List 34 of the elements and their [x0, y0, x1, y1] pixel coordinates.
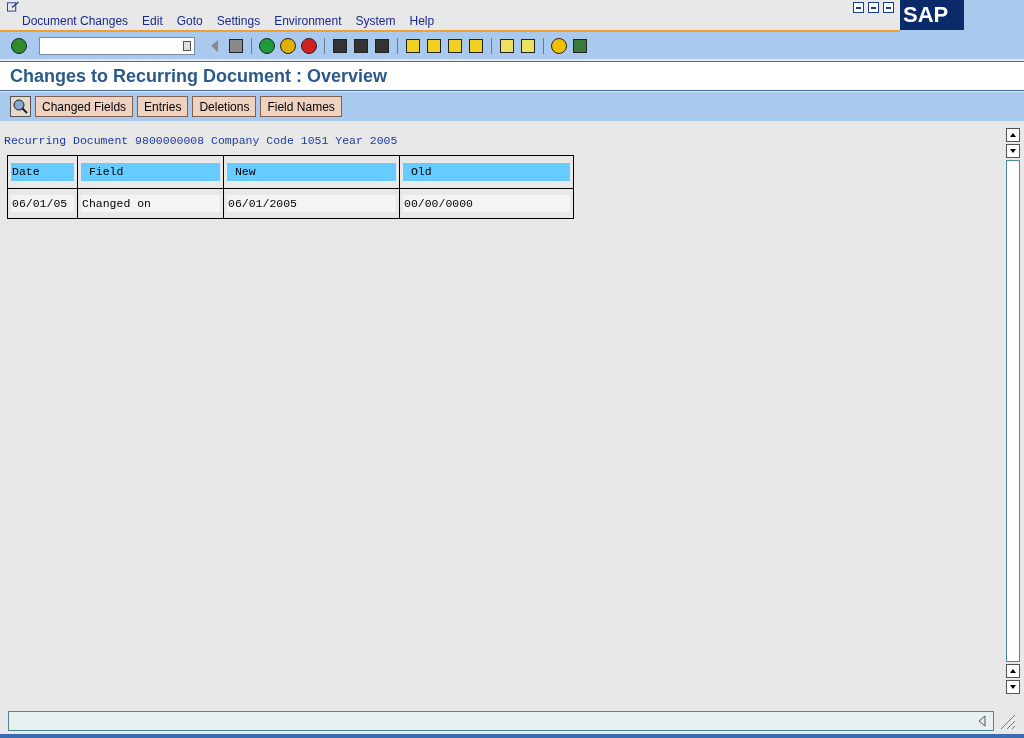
table-cell: Changed on	[81, 194, 220, 212]
toolbar-button[interactable]: Field Names	[260, 96, 342, 117]
triangle-left-icon[interactable]	[977, 715, 987, 727]
toolbar-button[interactable]: Entries	[137, 96, 189, 117]
magnifier-icon[interactable]	[10, 96, 31, 117]
scroll-up-icon[interactable]	[1006, 664, 1020, 678]
column-header: New	[227, 163, 396, 181]
menu-item[interactable]: Goto	[176, 12, 203, 30]
column-header: Old	[403, 163, 570, 181]
document-info: Recurring Document 9800000008 Company Code 1051 Year 2005	[4, 133, 399, 149]
edit-icon[interactable]	[6, 1, 20, 12]
scroll-up-icon[interactable]	[1006, 128, 1020, 142]
menu-item[interactable]: Environment	[274, 12, 342, 30]
menu-item[interactable]: System	[355, 12, 396, 30]
menu-item[interactable]: Settings	[216, 12, 261, 30]
column-header: Date	[11, 163, 74, 181]
screen-title: Changes to Recurring Document : Overview	[10, 64, 388, 88]
table-cell: 00/00/0000	[403, 194, 570, 212]
resize-grip-icon[interactable]	[998, 712, 1016, 730]
logo: SAP	[900, 0, 964, 30]
toolbar-button[interactable]: Deletions	[192, 96, 257, 117]
command-field[interactable]	[39, 36, 195, 55]
toolbar-button[interactable]: Changed Fields	[35, 96, 134, 117]
menu-item[interactable]: Help	[409, 12, 435, 30]
table-cell: 06/01/2005	[227, 194, 396, 212]
column-header: Field	[81, 163, 220, 181]
menu-item[interactable]: Edit	[142, 12, 163, 30]
menu-item[interactable]: Document Changes	[22, 12, 129, 30]
list-icon[interactable]	[183, 40, 191, 51]
scroll-down-icon[interactable]	[1006, 680, 1020, 694]
minimize-icon[interactable]	[853, 2, 864, 13]
scroll-down-icon[interactable]	[1006, 144, 1020, 158]
scroll-thumb[interactable]	[1006, 160, 1020, 662]
table-cell: 06/01/05	[11, 194, 74, 212]
